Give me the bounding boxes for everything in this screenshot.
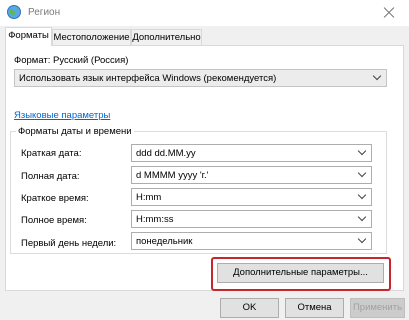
- cancel-button[interactable]: Отмена: [285, 298, 344, 318]
- long-time-dropdown[interactable]: H:mm:ss: [131, 210, 372, 228]
- region-dialog: Регион Местоположение Дополнительно Форм…: [0, 0, 409, 320]
- first-day-value: понедельник: [136, 236, 193, 247]
- chevron-down-icon: [358, 148, 366, 156]
- chevron-down-icon: [358, 170, 366, 178]
- ok-button[interactable]: OK: [220, 298, 279, 318]
- chevron-down-icon: [358, 214, 366, 222]
- language-settings-link[interactable]: Языковые параметры: [14, 110, 110, 121]
- format-dropdown-value: Использовать язык интерфейса Windows (ре…: [19, 73, 277, 84]
- short-date-value: ddd dd.MM.yy: [136, 148, 196, 159]
- short-time-label: Краткое время:: [21, 193, 89, 204]
- short-time-dropdown[interactable]: H:mm: [131, 188, 372, 206]
- advanced-settings-button[interactable]: Дополнительные параметры...: [217, 263, 384, 283]
- first-day-dropdown[interactable]: понедельник: [131, 232, 372, 250]
- apply-button[interactable]: Применить: [350, 298, 405, 318]
- chevron-down-icon: [373, 73, 381, 81]
- short-time-value: H:mm: [136, 192, 162, 203]
- long-date-dropdown[interactable]: d MMMM yyyy 'г.': [131, 166, 372, 184]
- format-label: Формат: Русский (Россия): [14, 55, 129, 66]
- long-time-label: Полное время:: [21, 215, 87, 226]
- long-date-value: d MMMM yyyy 'г.': [136, 170, 209, 181]
- datetime-group-title: Форматы даты и времени: [16, 126, 134, 137]
- globe-icon: [7, 5, 21, 19]
- tab-formats[interactable]: Форматы: [5, 27, 52, 46]
- chevron-down-icon: [358, 192, 366, 200]
- close-button[interactable]: [369, 0, 409, 26]
- window-title: Регион: [28, 7, 61, 18]
- first-day-label: Первый день недели:: [21, 238, 117, 249]
- long-date-label: Полная дата:: [21, 171, 80, 182]
- short-date-dropdown[interactable]: ddd dd.MM.yy: [131, 144, 372, 162]
- chevron-down-icon: [358, 236, 366, 244]
- long-time-value: H:mm:ss: [136, 214, 174, 225]
- tab-location[interactable]: Местоположение: [52, 29, 131, 45]
- title-bar: Регион: [0, 0, 409, 26]
- short-date-label: Краткая дата:: [21, 148, 82, 159]
- tab-advanced[interactable]: Дополнительно: [131, 29, 202, 45]
- format-dropdown[interactable]: Использовать язык интерфейса Windows (ре…: [14, 69, 387, 87]
